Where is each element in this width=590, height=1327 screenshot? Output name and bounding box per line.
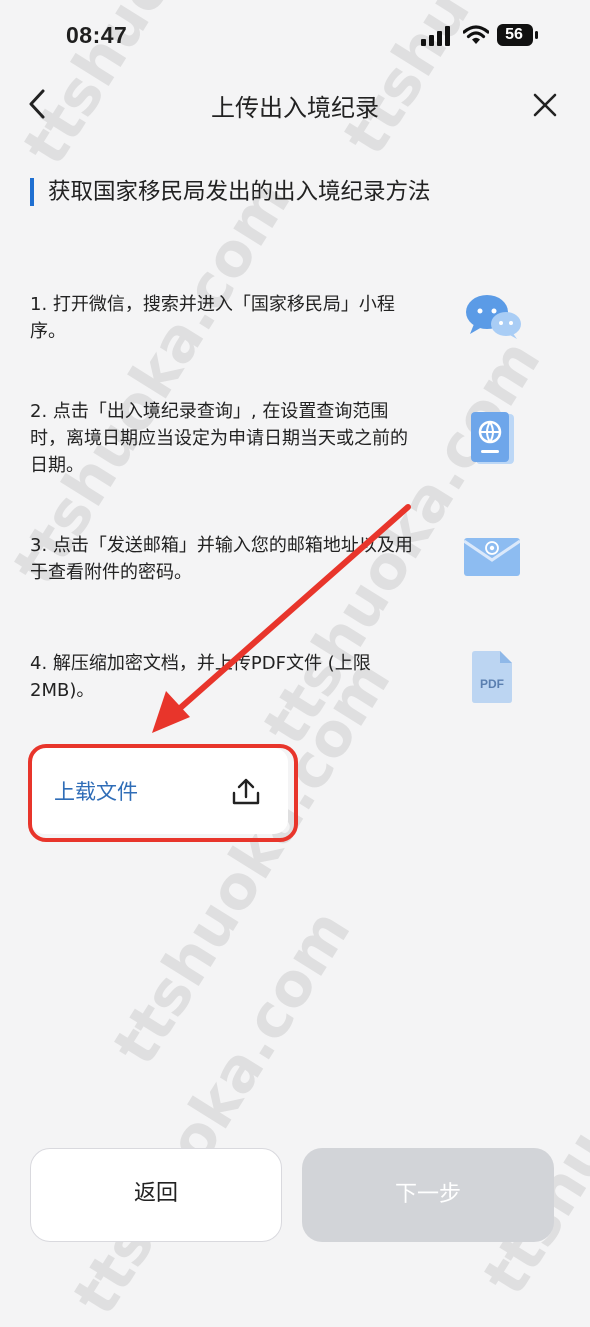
step-3-text: 3. 点击「发送邮箱」并输入您的邮箱地址以及用于查看附件的密码。 bbox=[30, 535, 413, 583]
wechat-icon bbox=[466, 295, 521, 339]
signal-icon bbox=[421, 26, 450, 46]
step-4-text: 4. 解压缩加密文档，并上传PDF文件 (上限2MB)。 bbox=[30, 653, 371, 701]
passport-icon bbox=[471, 412, 514, 464]
battery-icon: 56 bbox=[497, 24, 539, 46]
close-icon[interactable] bbox=[528, 88, 562, 122]
status-bar: 08:47 56 bbox=[0, 0, 590, 70]
watermark: ttshuoka.com bbox=[100, 648, 405, 1078]
section-heading-text: 获取国家移民局发出的出入境纪录方法 bbox=[48, 179, 431, 205]
email-icon bbox=[464, 538, 520, 576]
battery-level: 56 bbox=[505, 26, 523, 43]
heading-accent-bar bbox=[30, 178, 34, 206]
upload-file-label: 上载文件 bbox=[54, 780, 138, 804]
watermark: ttshuoka.com bbox=[470, 878, 590, 1308]
pdf-icon-label: PDF bbox=[480, 677, 504, 691]
wifi-icon bbox=[463, 25, 489, 44]
next-step-button[interactable]: 下一步 bbox=[302, 1148, 554, 1242]
nav-bar: 上传出入境纪录 bbox=[0, 72, 590, 138]
status-time: 08:47 bbox=[66, 22, 128, 48]
upload-file-button[interactable]: 上载文件 bbox=[30, 748, 288, 834]
back-button[interactable]: 返回 bbox=[30, 1148, 282, 1242]
page-title: 上传出入境纪录 bbox=[211, 94, 379, 122]
step-1-text: 1. 打开微信，搜索并进入「国家移民局」小程序。 bbox=[30, 294, 395, 342]
watermark: ttshuoka.com bbox=[60, 898, 365, 1327]
pdf-file-icon: PDF bbox=[470, 650, 514, 704]
upload-icon bbox=[232, 778, 260, 805]
step-2-text: 2. 点击「出入境纪录查询」, 在设置查询范围时，离境日期应当设定为申请日期当天… bbox=[30, 401, 408, 476]
